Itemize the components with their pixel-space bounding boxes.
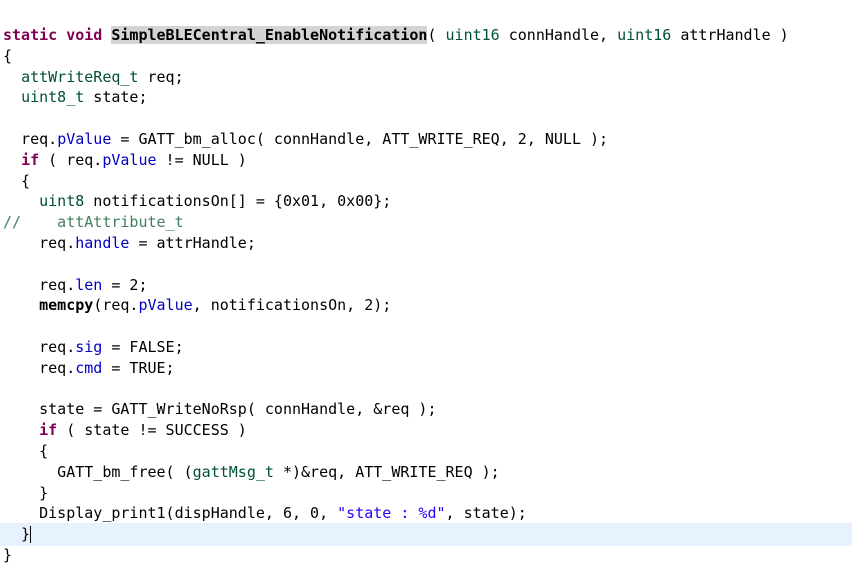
code-line[interactable]: {: [3, 46, 12, 67]
code-token: handle: [75, 234, 130, 252]
code-line[interactable]: }: [3, 545, 12, 566]
code-line[interactable]: req.handle = attrHandle;: [3, 233, 256, 254]
code-line[interactable]: uint8_t state;: [3, 87, 148, 108]
code-token: {: [3, 171, 31, 190]
code-token: // attAttribute_t: [3, 213, 184, 232]
code-token: = 2;: [102, 275, 148, 294]
code-token: (req.: [93, 296, 139, 315]
code-token: gattMsg_t: [192, 462, 274, 481]
code-token: = FALSE;: [102, 338, 184, 356]
code-token: , notificationsOn, 2);: [192, 296, 392, 315]
code-token: }: [3, 483, 49, 502]
code-token: uint8: [39, 192, 85, 211]
code-line[interactable]: memcpy(req.pValue, notificationsOn, 2);: [3, 295, 391, 316]
code-token: attrHandle ): [671, 26, 789, 44]
code-token: GATT_bm_free( (: [3, 462, 193, 481]
code-token: pValue: [138, 296, 193, 315]
code-token: req.: [3, 338, 76, 356]
code-line[interactable]: req.cmd = TRUE;: [3, 358, 175, 379]
code-token: static void: [3, 26, 112, 44]
code-line[interactable]: GATT_bm_free( (gattMsg_t *)&req, ATT_WRI…: [3, 462, 500, 483]
code-line[interactable]: Display_print1(dispHandle, 6, 0, "state …: [3, 503, 527, 524]
code-line[interactable]: }: [3, 524, 30, 545]
code-token: ( req.: [39, 150, 103, 169]
code-line[interactable]: req.sig = FALSE;: [3, 337, 184, 358]
code-token: = TRUE;: [102, 358, 175, 377]
code-token: ( state != SUCCESS ): [57, 421, 247, 440]
code-token: attWriteReq_t: [21, 67, 139, 86]
code-line[interactable]: state = GATT_WriteNoRsp( connHandle, &re…: [3, 399, 436, 420]
code-token: state = GATT_WriteNoRsp( connHandle, &re…: [3, 400, 437, 419]
current-line-highlight: [0, 523, 852, 547]
code-line[interactable]: static void SimpleBLECentral_EnableNotif…: [3, 25, 789, 46]
code-token: memcpy: [39, 296, 94, 315]
code-line[interactable]: if ( req.pValue != NULL ): [3, 150, 247, 171]
code-token: if: [21, 150, 40, 169]
code-token: connHandle,: [499, 26, 618, 44]
code-token: }: [3, 546, 13, 564]
code-token: cmd: [75, 358, 103, 377]
code-token: req;: [138, 67, 184, 86]
text-caret: [30, 526, 32, 544]
code-token: req.: [3, 130, 58, 148]
code-token: pValue: [102, 150, 157, 169]
code-line[interactable]: }: [3, 483, 48, 504]
code-token: req.: [3, 275, 76, 294]
code-token: "state : %d": [337, 504, 446, 523]
code-token: {: [3, 442, 49, 460]
code-token: Display_print1(dispHandle, 6, 0,: [3, 504, 338, 523]
code-token: = attrHandle;: [129, 234, 256, 252]
code-line[interactable]: {: [3, 441, 48, 462]
code-token: req.: [3, 358, 76, 377]
code-token: != NULL ): [156, 150, 247, 169]
code-token: if: [39, 421, 58, 440]
code-token: uint16: [617, 26, 672, 44]
code-editor[interactable]: static void SimpleBLECentral_EnableNotif…: [0, 0, 852, 583]
code-line[interactable]: req.len = 2;: [3, 275, 148, 296]
code-line[interactable]: {: [3, 171, 30, 192]
code-token: , state);: [445, 504, 527, 523]
code-token: state;: [84, 88, 148, 107]
code-token: SimpleBLECentral_EnableNotification: [111, 26, 428, 44]
code-token: pValue: [57, 130, 112, 148]
code-line[interactable]: if ( state != SUCCESS ): [3, 420, 247, 441]
code-line[interactable]: attWriteReq_t req;: [3, 67, 184, 88]
code-token: = GATT_bm_alloc( connHandle, ATT_WRITE_R…: [111, 130, 609, 148]
code-line[interactable]: // attAttribute_t: [3, 212, 184, 233]
code-token: uint16: [445, 26, 500, 44]
code-token: (: [427, 26, 446, 44]
code-line[interactable]: req.pValue = GATT_bm_alloc( connHandle, …: [3, 129, 608, 150]
code-token: uint8_t: [21, 88, 85, 107]
code-token: len: [75, 275, 103, 294]
code-token: sig: [75, 338, 103, 356]
code-token: }: [3, 525, 31, 544]
code-token: notificationsOn[] = {0x01, 0x00};: [84, 192, 392, 211]
code-token: {: [3, 46, 13, 65]
code-token: *)&req, ATT_WRITE_REQ );: [273, 462, 500, 481]
code-token: req.: [3, 234, 76, 252]
code-line[interactable]: uint8 notificationsOn[] = {0x01, 0x00};: [3, 191, 391, 212]
